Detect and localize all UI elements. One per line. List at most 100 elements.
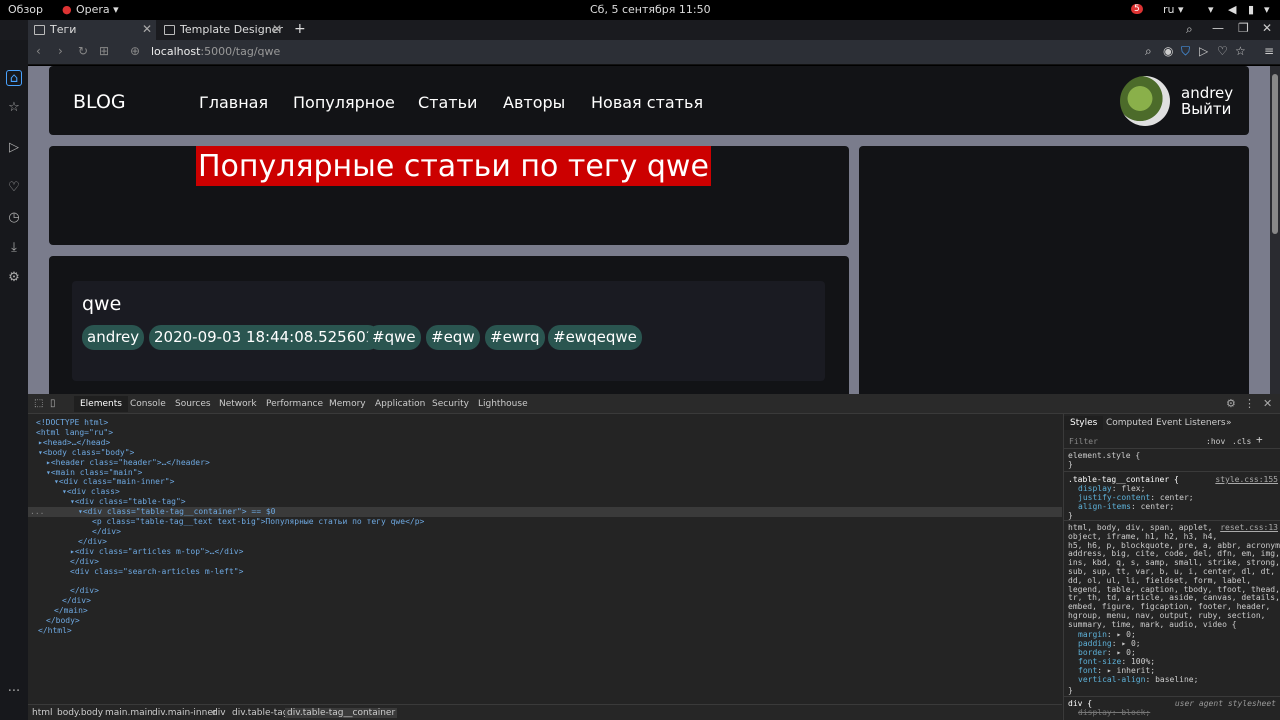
dom-node[interactable]: ▾<main class="main"> [46, 468, 142, 478]
add-rule-icon[interactable]: + [1256, 434, 1263, 445]
dom-node[interactable]: ▸<header class="header">…</header> [46, 458, 210, 468]
home-icon[interactable]: ⌂ [6, 70, 22, 86]
crumb-main-inner[interactable]: div.main-inner [152, 708, 217, 718]
hashtag-ewqeqwe[interactable]: #ewqeqwe [548, 325, 642, 350]
css-property[interactable]: align-items: center; [1078, 502, 1174, 511]
dom-node[interactable]: </main> [54, 606, 88, 616]
history-icon[interactable]: ◷ [6, 210, 22, 226]
tab-security[interactable]: Security [432, 399, 469, 409]
site-info-icon[interactable]: ⊕ [130, 44, 140, 58]
rule-div[interactable]: div { [1068, 699, 1092, 708]
nav-new-article[interactable]: Новая статья [591, 93, 703, 112]
more-icon[interactable]: ··· [6, 684, 22, 700]
heart-icon[interactable]: ♡ [6, 180, 22, 196]
url-field[interactable]: localhost:5000/tag/qwe [151, 45, 280, 58]
dom-node[interactable]: </div> [78, 537, 107, 547]
author-tag[interactable]: andrey [82, 325, 145, 350]
tab-elements[interactable]: Elements [74, 396, 128, 412]
battery-icon[interactable]: ▮ [1248, 3, 1254, 16]
css-selector-line[interactable]: tr, th, td, article, aside, canvas, deta… [1068, 593, 1280, 602]
crumb-table-tag[interactable]: div.table-tag [232, 708, 289, 718]
dom-node[interactable]: </html> [38, 626, 72, 636]
devtools-settings-icon[interactable]: ⚙ [1226, 397, 1236, 410]
dom-node[interactable]: ▾<div class="main-inner"> [54, 477, 174, 487]
maximize-icon[interactable]: ❐ [1238, 21, 1249, 35]
nav-authors[interactable]: Авторы [503, 93, 565, 112]
close-tab-icon[interactable]: ✕ [272, 22, 282, 36]
css-property[interactable]: font-size: 100%; [1078, 657, 1155, 666]
tab-memory[interactable]: Memory [329, 399, 366, 409]
css-selector-line[interactable]: dd, ol, ul, li, fieldset, form, label, [1068, 576, 1251, 585]
css-selector-line[interactable]: h5, h6, p, blockquote, pre, a, abbr, acr… [1068, 541, 1280, 550]
back-icon[interactable]: ‹ [36, 44, 41, 58]
shield-icon[interactable]: ⛉ [1181, 44, 1190, 59]
article-card[interactable]: qwe andrey 2020-09-03 18:44:08.525602 #q… [72, 281, 825, 381]
more-tabs-icon[interactable]: » [1226, 418, 1232, 428]
camera-icon[interactable]: ◉ [1163, 44, 1173, 58]
browser-app-menu[interactable]: Opera ▾ [76, 3, 119, 16]
forward-icon[interactable]: › [58, 44, 63, 58]
hov-toggle[interactable]: :hov [1206, 437, 1225, 446]
notification-badge[interactable]: 5 [1131, 4, 1143, 14]
tab-styles[interactable]: Styles [1064, 416, 1104, 430]
css-selector-line[interactable]: object, iframe, h1, h2, h3, h4, [1068, 532, 1217, 541]
css-property[interactable]: display: flex; [1078, 484, 1145, 493]
tab-console[interactable]: Console [130, 399, 166, 409]
reset-css-link[interactable]: reset.css:13 [1220, 523, 1278, 532]
dom-node[interactable]: <p class="table-tag__text text-big">Попу… [92, 517, 424, 527]
dom-node[interactable]: <!DOCTYPE html> [36, 418, 108, 428]
dom-node[interactable]: </div> [70, 586, 99, 596]
close-window-icon[interactable]: ✕ [1262, 21, 1272, 35]
nav-popular[interactable]: Популярное [293, 93, 395, 112]
css-property[interactable]: margin: ▸ 0; [1078, 630, 1136, 639]
dom-node[interactable]: ▾<div class> [62, 487, 120, 497]
inspect-icon[interactable]: ⬚ [34, 398, 43, 409]
dom-node[interactable]: ... ▾<div class="table-tag__container"> =… [28, 507, 1062, 518]
dom-node[interactable]: <html lang="ru"> [36, 428, 113, 438]
device-toolbar-icon[interactable]: ▯ [50, 398, 56, 409]
send-icon[interactable]: ▷ [1199, 44, 1208, 58]
crumb-table-tag-container[interactable]: div.table-tag__container [285, 708, 398, 718]
css-selector-line[interactable]: legend, table, caption, tbody, tfoot, th… [1068, 585, 1280, 594]
settings-gear-icon[interactable]: ⚙ [6, 270, 22, 286]
nav-articles[interactable]: Статьи [418, 93, 477, 112]
site-logo[interactable]: BLOG [73, 91, 126, 113]
zoom-icon[interactable]: ⌕ [1145, 44, 1152, 59]
dom-node[interactable]: <div class="search-articles m-left"> [70, 567, 243, 577]
css-property[interactable]: border: ▸ 0; [1078, 648, 1136, 657]
speed-dial-icon[interactable]: ⊞ [99, 44, 109, 58]
css-property[interactable]: font: ▸ inherit; [1078, 666, 1155, 675]
tab-network[interactable]: Network [219, 399, 257, 409]
tab-sources[interactable]: Sources [175, 399, 211, 409]
download-icon[interactable]: ⤓ [6, 240, 22, 256]
bookmark-icon[interactable]: ☆ [1235, 44, 1246, 58]
send-icon[interactable]: ▷ [6, 140, 22, 156]
menu-icon[interactable]: ≡ [1264, 44, 1274, 58]
css-selector-line[interactable]: html, body, div, span, applet, [1068, 523, 1213, 532]
css-selector-line[interactable]: hgroup, menu, nav, output, ruby, section… [1068, 611, 1265, 620]
dom-node[interactable]: </div> [70, 557, 99, 567]
power-menu-icon[interactable]: ▾ [1264, 3, 1270, 16]
cls-toggle[interactable]: .cls [1232, 437, 1251, 446]
close-devtools-icon[interactable]: ✕ [1263, 397, 1272, 410]
tab-performance[interactable]: Performance [266, 399, 323, 409]
rule-table-tag-container[interactable]: .table-tag__container { [1068, 475, 1179, 484]
page-scrollbar[interactable] [1270, 66, 1280, 394]
css-property[interactable]: justify-content: center; [1078, 493, 1194, 502]
avatar[interactable] [1120, 76, 1170, 126]
dom-node[interactable]: ▸<head>…</head> [38, 438, 110, 448]
tab-template-designer[interactable]: Template Designer D ✕ [158, 20, 286, 40]
crumb-body[interactable]: body.body [57, 708, 103, 718]
dom-node[interactable]: </div> [92, 527, 121, 537]
crumb-div[interactable]: div [212, 708, 226, 718]
css-selector-line[interactable]: summary, time, mark, audio, video { [1068, 620, 1237, 629]
tab-tags[interactable]: Теги ✕ [28, 20, 156, 40]
wifi-icon[interactable]: ▾ [1208, 3, 1214, 16]
keyboard-layout[interactable]: ru ▾ [1163, 3, 1184, 16]
search-tabs-icon[interactable]: ⌕ [1186, 22, 1193, 37]
activities-button[interactable]: Обзор [8, 3, 43, 16]
system-clock[interactable]: Сб, 5 сентября 11:50 [590, 3, 711, 16]
minimize-icon[interactable]: — [1212, 21, 1224, 35]
nav-home[interactable]: Главная [199, 93, 268, 112]
reload-icon[interactable]: ↻ [78, 44, 88, 58]
